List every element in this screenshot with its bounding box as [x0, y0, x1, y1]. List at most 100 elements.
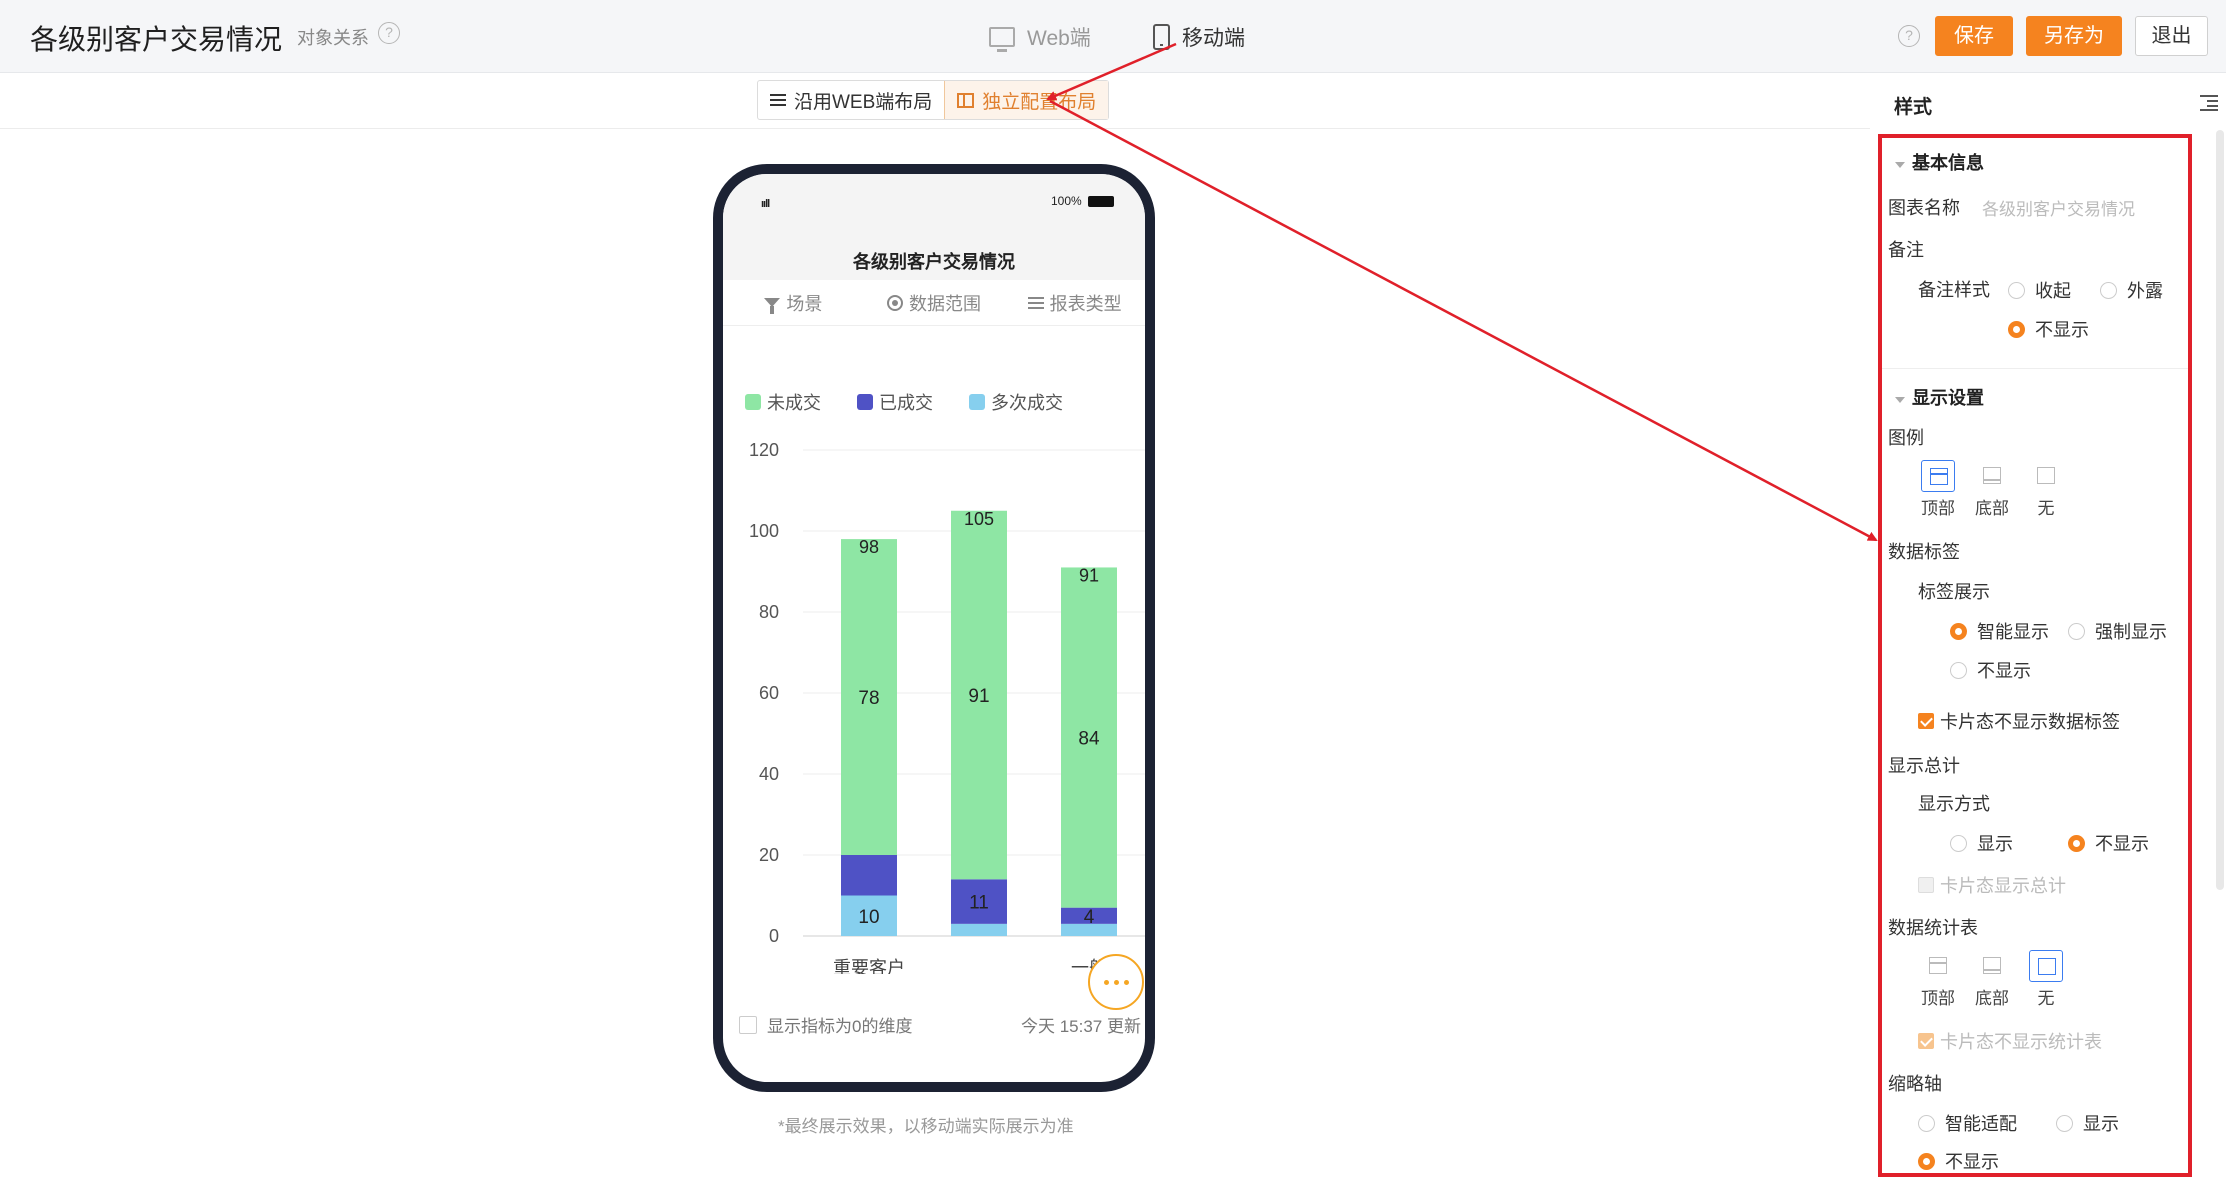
- independent-layout-option[interactable]: 独立配置布局: [944, 81, 1109, 119]
- filter-report-type-label: 报表类型: [1049, 293, 1122, 314]
- total-label: 98: [859, 537, 879, 557]
- style-settings-panel: 基本信息 图表名称 各级别客户交易情况 备注 备注样式 收起 外露 不显示 显示…: [1878, 134, 2192, 1177]
- checkbox-box: [739, 1015, 757, 1034]
- x-tick-label: 重要客户: [833, 958, 905, 974]
- legend-label: 已成交: [879, 393, 933, 413]
- collapse-caret-icon[interactable]: [1895, 397, 1905, 403]
- object-relation-link[interactable]: 对象关系: [297, 24, 369, 50]
- more-actions-button[interactable]: [1088, 954, 1144, 1010]
- note-style-hide-radio[interactable]: 不显示: [2008, 316, 2089, 342]
- y-tick-label: 120: [749, 440, 779, 460]
- stat-table-position-bottom[interactable]: 底部: [1972, 950, 2012, 1009]
- legend-position-none[interactable]: 无: [2026, 460, 2066, 519]
- style-panel-title: 样式: [1894, 97, 1933, 118]
- y-tick-label: 100: [749, 521, 779, 541]
- data-label: 11: [969, 893, 989, 914]
- inherit-web-layout-option[interactable]: 沿用WEB端布局: [758, 81, 944, 119]
- axis-setting-label: 缩略轴: [1888, 1074, 1942, 1094]
- collapse-panel-icon[interactable]: [2200, 94, 2218, 111]
- bar-segment: [951, 923, 1007, 936]
- axis-show-radio[interactable]: 显示: [2056, 1110, 2119, 1136]
- panel-scrollbar[interactable]: [2216, 130, 2224, 890]
- total-label: 91: [1079, 565, 1099, 585]
- legend-position-bottom[interactable]: 底部: [1972, 460, 2012, 519]
- phone-footer: 显示指标为0的维度 今天 15:37 更新: [739, 1012, 1141, 1037]
- phone-chart-title: 各级别客户交易情况: [853, 252, 1015, 272]
- legend-swatch: [745, 394, 761, 410]
- stat-table-setting-label: 数据统计表: [1888, 918, 1978, 938]
- total-mode-label: 显示方式: [1918, 794, 1990, 814]
- phone-filter-bar: 场景 数据范围 报表类型: [723, 280, 1145, 326]
- data-label: 4: [1084, 907, 1095, 928]
- card-show-total-checkbox[interactable]: 卡片态显示总计: [1918, 872, 2066, 898]
- list-icon: [770, 93, 786, 107]
- filter-data-range[interactable]: 数据范围: [864, 290, 1005, 316]
- total-hide-radio[interactable]: 不显示: [2068, 830, 2149, 856]
- label-smart-radio[interactable]: 智能显示: [1950, 618, 2049, 644]
- monitor-icon: [989, 27, 1015, 52]
- card-hide-labels-checkbox[interactable]: 卡片态不显示数据标签: [1918, 708, 2120, 734]
- filter-report-type[interactable]: 报表类型: [1004, 290, 1145, 316]
- signal-icon: ııll: [761, 198, 770, 210]
- legend-setting-label: 图例: [1888, 428, 1924, 448]
- chart-name-input[interactable]: 各级别客户交易情况: [1982, 195, 2135, 220]
- total-show-radio[interactable]: 显示: [1950, 830, 2013, 856]
- mobile-mode-tab[interactable]: 移动端: [1153, 22, 1245, 52]
- collapse-caret-icon[interactable]: [1895, 162, 1905, 168]
- legend-swatch: [857, 394, 873, 410]
- label-display-label: 标签展示: [1918, 582, 1990, 602]
- legend-item-not-closed[interactable]: 未成交: [745, 389, 821, 415]
- annotation-arrow-panel: [1049, 99, 1878, 542]
- data-label-setting-label: 数据标签: [1888, 542, 1960, 562]
- card-hide-stat-checkbox[interactable]: 卡片态不显示统计表: [1918, 1028, 2102, 1054]
- stat-table-position-none[interactable]: 无: [2026, 950, 2066, 1009]
- filter-data-range-label: 数据范围: [909, 293, 981, 314]
- save-button[interactable]: 保存: [1935, 16, 2013, 56]
- basic-info-section-title[interactable]: 基本信息: [1912, 149, 1984, 175]
- page-title: 各级别客户交易情况: [30, 24, 283, 55]
- data-label: 84: [1078, 729, 1100, 750]
- note-style-expose-radio[interactable]: 外露: [2100, 277, 2163, 303]
- layout-toggle: 沿用WEB端布局 独立配置布局: [757, 80, 1110, 120]
- legend-label: 多次成交: [991, 393, 1063, 413]
- show-zero-dimension-checkbox[interactable]: 显示指标为0的维度: [739, 1012, 912, 1037]
- label-hide-radio[interactable]: 不显示: [1950, 657, 2031, 683]
- label-force-radio[interactable]: 强制显示: [2068, 618, 2167, 644]
- y-tick-label: 20: [759, 845, 779, 865]
- mobile-preview-phone: ııll 100% 各级别客户交易情况 场景 数据范围 报表类型 未成交 已成交…: [713, 164, 1155, 1092]
- web-mode-label: Web端: [1027, 27, 1091, 50]
- preview-footnote: *最终展示效果，以移动端实际展示为准: [778, 1117, 1074, 1136]
- stat-table-position-top[interactable]: 顶部: [1918, 950, 1958, 1009]
- legend-swatch: [969, 394, 985, 410]
- data-label: 10: [858, 907, 879, 928]
- legend-label: 未成交: [767, 393, 821, 413]
- legend-position-top[interactable]: 顶部: [1918, 460, 1958, 519]
- phone-icon: [1153, 24, 1170, 50]
- data-range-icon: [887, 294, 903, 311]
- filter-scene[interactable]: 场景: [723, 290, 864, 316]
- inherit-web-layout-label: 沿用WEB端布局: [794, 91, 933, 113]
- help-icon[interactable]: ?: [1898, 25, 1920, 47]
- help-icon[interactable]: ?: [378, 22, 400, 44]
- filter-scene-label: 场景: [786, 293, 823, 314]
- web-mode-tab[interactable]: Web端: [989, 22, 1091, 52]
- chart-name-label: 图表名称: [1888, 198, 1960, 218]
- battery-icon: [1088, 196, 1114, 207]
- axis-hide-radio[interactable]: 不显示: [1918, 1148, 1999, 1174]
- y-tick-label: 80: [759, 602, 779, 622]
- top-bar: 各级别客户交易情况 对象关系 ? Web端 移动端 ? 保存 另存为 退出: [0, 0, 2226, 73]
- note-style-collapse-radio[interactable]: 收起: [2008, 277, 2071, 303]
- stacked-bar-chart: 020406080100120107898重要客户119110548491一般: [749, 440, 1145, 974]
- list-icon: [1027, 296, 1044, 310]
- exit-button[interactable]: 退出: [2135, 16, 2208, 56]
- data-label: 91: [968, 686, 989, 707]
- save-as-button[interactable]: 另存为: [2026, 16, 2122, 56]
- legend-item-closed[interactable]: 已成交: [857, 389, 933, 415]
- chart-legend: 未成交 已成交 多次成交: [745, 389, 1063, 415]
- y-tick-label: 40: [759, 764, 779, 784]
- axis-smart-radio[interactable]: 智能适配: [1918, 1110, 2017, 1136]
- mobile-mode-label: 移动端: [1182, 27, 1245, 50]
- display-settings-section-title[interactable]: 显示设置: [1912, 384, 1984, 410]
- legend-item-multiple[interactable]: 多次成交: [969, 389, 1063, 415]
- update-time: 今天 15:37 更新: [1021, 1017, 1141, 1036]
